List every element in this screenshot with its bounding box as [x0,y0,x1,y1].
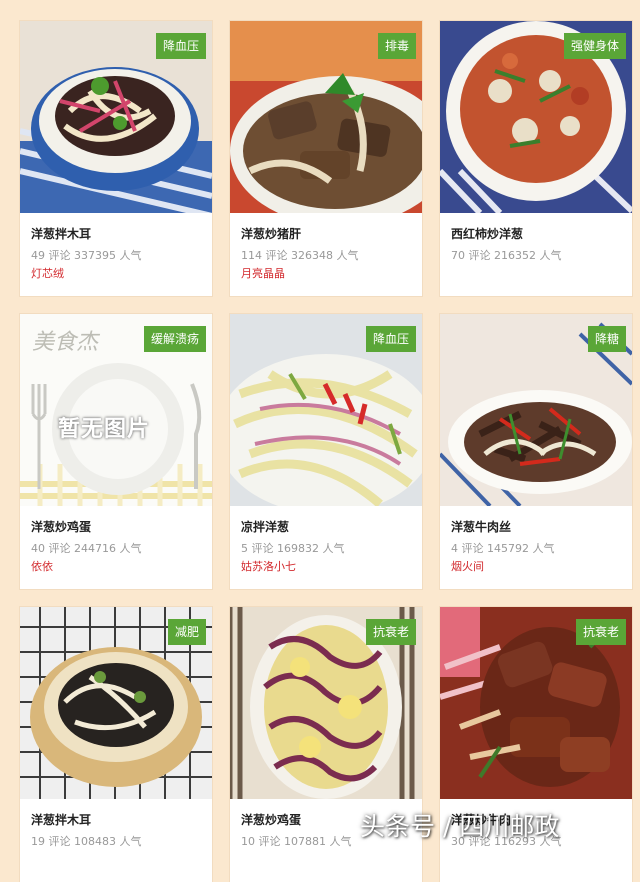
recipe-author[interactable]: 月亮晶晶 [241,265,285,281]
recipe-title[interactable]: 西红柿炒洋葱 [451,225,523,242]
recipe-info: 洋葱炒猪肝 114 评论 326348 人气 月亮晶晶 [230,213,422,296]
recipe-author[interactable]: 烟火间 [451,558,484,574]
recipe-title[interactable]: 洋葱炒鸡蛋 [241,811,301,828]
recipe-card[interactable]: 降血压 凉拌洋葱 5 评论 169832 人气 姑苏洛小七 [230,314,422,589]
site-logo: 美食杰 [32,330,99,355]
recipe-stats: 49 评论 337395 人气 [31,249,142,262]
recipe-author[interactable]: 依依 [31,558,53,574]
health-tag: 缓解溃疡 [143,326,206,352]
no-image-text: 暂无图片 [58,417,151,442]
recipe-title[interactable]: 洋葱炒猪肝 [241,225,301,242]
health-tag: 降血压 [155,33,206,59]
recipe-title[interactable]: 洋葱牛肉丝 [451,518,511,535]
recipe-author[interactable]: 灯芯绒 [31,265,64,281]
recipe-card[interactable]: 美食杰 暂无图片 缓解溃疡 洋葱炒鸡蛋 40 评论 244716 人气 依依 [20,314,212,589]
recipe-info: 凉拌洋葱 5 评论 169832 人气 姑苏洛小七 [230,506,422,589]
health-tag: 降糖 [587,326,626,352]
health-tag: 抗衰老 [365,619,416,645]
recipe-card[interactable]: 减肥 洋葱拌木耳 19 评论 108483 人气 [20,607,212,882]
recipe-stats: 10 评论 107881 人气 [241,835,352,848]
recipe-stats: 19 评论 108483 人气 [31,835,142,848]
recipe-stats: 40 评论 244716 人气 [31,542,142,555]
recipe-stats: 4 评论 145792 人气 [451,542,555,555]
health-tag: 排毒 [377,33,416,59]
recipe-info: 洋葱炒鸡蛋 40 评论 244716 人气 依依 [20,506,212,589]
recipe-stats: 70 评论 216352 人气 [451,249,562,262]
recipe-card[interactable]: 排毒 洋葱炒猪肝 114 评论 326348 人气 月亮晶晶 [230,21,422,296]
recipe-title[interactable]: 凉拌洋葱 [241,518,289,535]
recipe-title[interactable]: 洋葱炒鸡蛋 [31,518,91,535]
recipe-info: 洋葱拌木耳 19 评论 108483 人气 [20,799,212,882]
health-tag: 强健身体 [563,33,626,59]
recipe-info: 西红柿炒洋葱 70 评论 216352 人气 [440,213,632,296]
health-tag: 降血压 [365,326,416,352]
recipe-info: 洋葱牛肉丝 4 评论 145792 人气 烟火间 [440,506,632,589]
recipe-stats: 5 评论 169832 人气 [241,542,345,555]
recipe-title[interactable]: 洋葱拌木耳 [31,225,91,242]
recipe-title[interactable]: 洋葱拌木耳 [31,811,91,828]
source-watermark: 头条号 / 四川邮政 [360,812,560,841]
recipe-info: 洋葱拌木耳 49 评论 337395 人气 灯芯绒 [20,213,212,296]
health-tag: 减肥 [167,619,206,645]
recipe-author[interactable]: 姑苏洛小七 [241,558,296,574]
recipe-card[interactable]: 降血压 洋葱拌木耳 49 评论 337395 人气 灯芯绒 [20,21,212,296]
health-tag: 抗衰老 [575,619,626,645]
recipe-grid: 降血压 洋葱拌木耳 49 评论 337395 人气 灯芯绒 排毒 洋葱炒猪肝 1… [0,0,640,882]
recipe-card[interactable]: 降糖 洋葱牛肉丝 4 评论 145792 人气 烟火间 [440,314,632,589]
recipe-card[interactable]: 强健身体 西红柿炒洋葱 70 评论 216352 人气 [440,21,632,296]
recipe-stats: 114 评论 326348 人气 [241,249,359,262]
